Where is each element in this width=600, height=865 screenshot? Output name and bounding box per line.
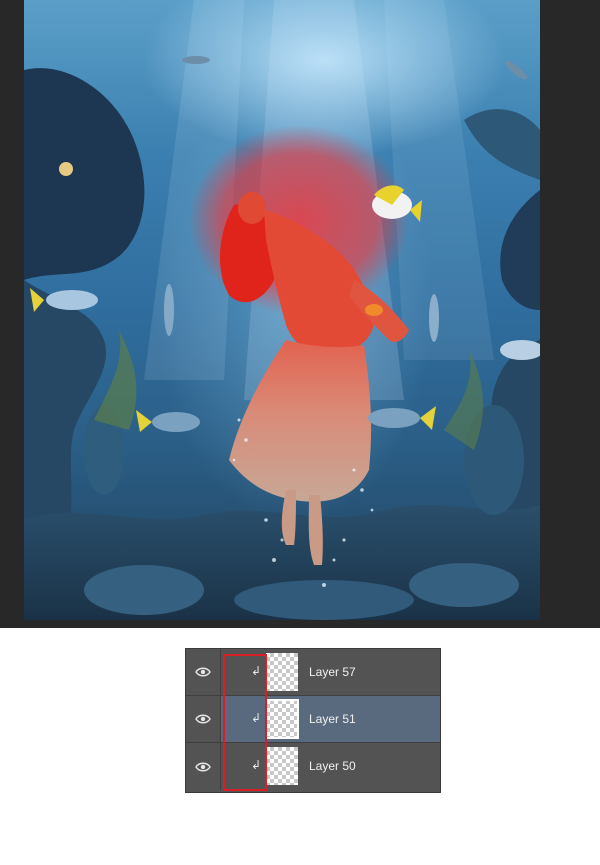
clipping-arrow-icon: ↲ (251, 758, 262, 772)
right-fish (368, 406, 436, 430)
layer-row-51[interactable]: ↲ Layer 51 (186, 696, 440, 743)
eye-icon (195, 762, 211, 771)
middle-fish (136, 410, 200, 432)
layer-name[interactable]: Layer 50 (309, 759, 356, 773)
visibility-toggle[interactable] (186, 696, 221, 742)
eye-icon (195, 714, 211, 724)
layer-thumbnail[interactable] (266, 747, 298, 785)
layer-row-57[interactable]: ↲ Layer 57 (186, 649, 440, 696)
visibility-toggle[interactable] (186, 649, 221, 695)
layer-thumbnail[interactable] (266, 653, 298, 691)
clipping-arrow-icon: ↲ (251, 664, 262, 678)
layer-row-body[interactable]: ↲ Layer 50 (221, 743, 440, 790)
orange-fish (365, 304, 383, 316)
clipping-arrow-icon: ↲ (251, 711, 262, 725)
layer-row-body[interactable]: ↲ Layer 57 (221, 649, 440, 695)
layer-name[interactable]: Layer 57 (309, 665, 356, 679)
layer-name[interactable]: Layer 51 (309, 712, 356, 726)
scene-artwork (24, 0, 540, 620)
canvas-frame (0, 0, 600, 628)
layer-thumbnail[interactable] (265, 699, 299, 739)
underwater-canvas[interactable] (24, 0, 540, 620)
eye-icon (195, 667, 211, 677)
right-edge-fish (500, 340, 540, 360)
layer-row-body[interactable]: ↲ Layer 51 (221, 696, 440, 742)
layer-row-50[interactable]: ↲ Layer 50 (186, 743, 440, 790)
layers-panel: ↲ Layer 57 ↲ Layer 51 ↲ Layer 50 (185, 648, 441, 793)
visibility-toggle[interactable] (186, 743, 221, 790)
